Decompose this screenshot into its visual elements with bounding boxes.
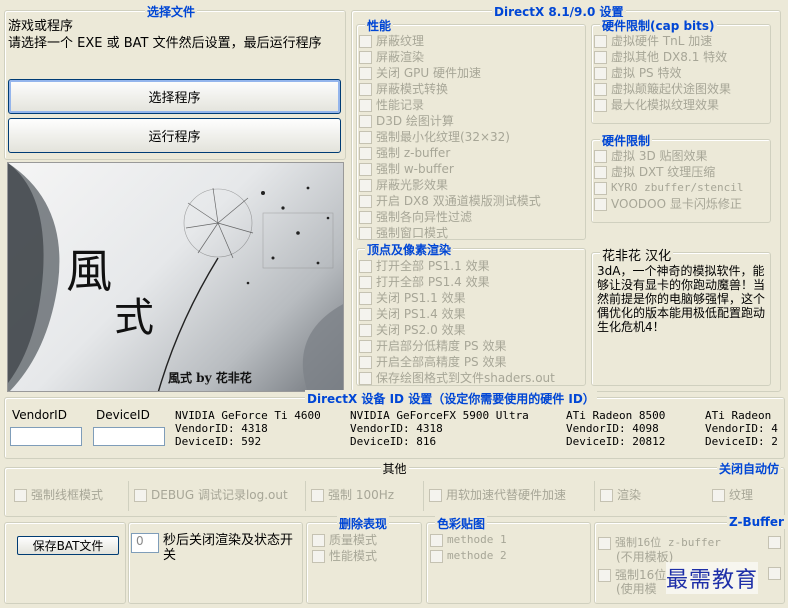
checkbox-low-precision-ps[interactable]: 开启部分低精度 PS 效果 — [359, 338, 555, 354]
checkbox-debug-log[interactable]: DEBUG 调试记录log.out — [134, 487, 288, 503]
checkbox-window-mode[interactable]: 强制窗口模式 — [359, 225, 541, 241]
cap-bits-title: 硬件限制(cap bits) — [600, 17, 717, 34]
checkbox-min-texture[interactable]: 强制最小化纹理(32×32) — [359, 129, 541, 145]
divider-4 — [594, 481, 595, 511]
divider-3 — [423, 481, 424, 511]
checkbox-render[interactable]: 渲染 — [600, 487, 641, 503]
banner-signature: 風式 by 花非花 — [168, 371, 252, 385]
device-id-input[interactable] — [93, 427, 165, 446]
checkbox-d3d-calc[interactable]: D3D 绘图计算 — [359, 113, 541, 129]
checkbox-virtual-dxt[interactable]: 虚拟 DXT 纹理压缩 — [594, 164, 743, 180]
watermark-text: 最需教育 — [666, 562, 759, 594]
checkbox-disable-lighting[interactable]: 屏蔽光影效果 — [359, 177, 541, 193]
shader-list: 打开全部 PS1.1 效果 打开全部 PS1.4 效果 关闭 PS1.1 效果 … — [359, 258, 555, 386]
checkbox-voodoo-fix[interactable]: VOODOO 显卡闪烁修正 — [594, 196, 743, 212]
checkbox-disable-ps11[interactable]: 关闭 PS1.1 效果 — [359, 290, 555, 306]
checkbox-anisotropic[interactable]: 强制各向异性过滤 — [359, 209, 541, 225]
checkbox-disable-ps20[interactable]: 关闭 PS2.0 效果 — [359, 322, 555, 338]
checkbox-dx8-stencil[interactable]: 开启 DX8 双通道模版测试模式 — [359, 193, 541, 209]
checkbox-methode-1[interactable]: methode 1 — [430, 532, 507, 548]
color-map-list: methode 1 methode 2 — [430, 532, 507, 564]
banner-char-2: 式 — [114, 295, 154, 341]
shader-title: 顶点及像素渲染 — [365, 241, 454, 258]
remove-list: 质量模式 性能模式 — [312, 532, 377, 564]
seconds-label: 秒后关闭渲染及状态开关 — [163, 533, 294, 563]
checkbox-virtual-ps[interactable]: 虚拟 PS 特效 — [594, 65, 731, 81]
checkbox-max-texture[interactable]: 最大化模拟纹理效果 — [594, 97, 731, 113]
checkbox-software-accel[interactable]: 用软加速代替硬件加速 — [429, 487, 566, 503]
gpu-preset-radeon-8500[interactable]: ATi Radeon 8500 VendorID: 4098 DeviceID:… — [566, 409, 665, 448]
other-title: 其他 — [380, 460, 409, 477]
select-program-button[interactable]: 选择程序 — [8, 79, 341, 114]
vendor-id-input[interactable] — [10, 427, 82, 446]
checkbox-disable-texture[interactable]: 屏蔽纹理 — [359, 33, 541, 49]
color-map-title: 色彩贴图 — [435, 515, 488, 532]
checkbox-disable-mode-switch[interactable]: 屏蔽模式转换 — [359, 81, 541, 97]
checkbox-quality-mode[interactable]: 质量模式 — [312, 532, 377, 548]
device-id-title: DirectX 设备 ID 设置（设定你需要使用的硬件 ID） — [305, 390, 597, 407]
gpu-preset-geforcefx-5900[interactable]: NVIDIA GeForceFX 5900 Ultra VendorID: 43… — [350, 409, 529, 448]
device-id-label: DeviceID — [96, 408, 150, 422]
checkbox-force-16bit-zbuffer[interactable]: 强制16位 z-buffer — [598, 535, 721, 551]
vendor-id-label: VendorID — [12, 408, 67, 422]
save-bat-button[interactable]: 保存BAT文件 — [17, 536, 119, 555]
checkbox-virtual-bump[interactable]: 虚拟颠簸起伏途图效果 — [594, 81, 731, 97]
about-text: 3dA，一个神奇的模拟软件，能够让没有显卡的你跑动魔兽！当然前提是你的电脑够强悍… — [597, 264, 766, 334]
checkbox-perf-log[interactable]: 性能记录 — [359, 97, 541, 113]
checkbox-methode-2[interactable]: methode 2 — [430, 548, 507, 564]
save-group — [4, 522, 126, 604]
checkbox-disable-gpu-accel[interactable]: 关闭 GPU 硬件加速 — [359, 65, 541, 81]
performance-title: 性能 — [365, 17, 394, 34]
checkbox-enable-ps14[interactable]: 打开全部 PS1.4 效果 — [359, 274, 555, 290]
checkbox-performance-mode[interactable]: 性能模式 — [312, 548, 377, 564]
checkbox-wireframe[interactable]: 强制线框模式 — [14, 487, 103, 503]
zbuffer-title: Z-Buffer — [727, 515, 786, 529]
checkbox-save-shaders[interactable]: 保存绘图格式到文件shaders.out — [359, 370, 555, 386]
other-group: 其他 关闭自动仿 — [4, 460, 785, 517]
checkbox-kyro-zbuffer[interactable]: KYRO zbuffer/stencil — [594, 180, 743, 196]
checkbox-zbuffer-extra-2[interactable] — [768, 567, 781, 580]
gpu-preset-geforce-ti4600[interactable]: NVIDIA GeForce Ti 4600 VendorID: 4318 De… — [175, 409, 321, 448]
hw-limit-title: 硬件限制 — [600, 132, 653, 149]
checkbox-force-zbuffer[interactable]: 强制 z-buffer — [359, 145, 541, 161]
instruction-text: 请选择一个 EXE 或 BAT 文件然后设置，最后运行程序 — [8, 36, 322, 51]
checkbox-disable-ps14[interactable]: 关闭 PS1.4 效果 — [359, 306, 555, 322]
gpu-preset-radeon[interactable]: ATi Radeon VendorID: 4 DeviceID: 2 — [705, 409, 785, 448]
checkbox-high-precision-ps[interactable]: 开启全部高精度 PS 效果 — [359, 354, 555, 370]
banner-image: 風 式 風式 by 花非花 — [7, 162, 344, 392]
checkbox-virtual-dx81[interactable]: 虚拟其他 DX8.1 特效 — [594, 49, 731, 65]
hw-limit-list: 虚拟 3D 贴图效果 虚拟 DXT 纹理压缩 KYRO zbuffer/sten… — [594, 148, 743, 212]
checkbox-virtual-tnl[interactable]: 虚拟硬件 TnL 加速 — [594, 33, 731, 49]
performance-list: 屏蔽纹理 屏蔽渲染 关闭 GPU 硬件加速 屏蔽模式转换 性能记录 D3D 绘图… — [359, 33, 541, 241]
checkbox-force-wbuffer[interactable]: 强制 w-buffer — [359, 161, 541, 177]
cap-bits-list: 虚拟硬件 TnL 加速 虚拟其他 DX8.1 特效 虚拟 PS 特效 虚拟颠簸起… — [594, 33, 731, 113]
remove-title: 删除表现 — [337, 515, 390, 532]
zbuffer-extra-checkboxes — [768, 536, 781, 580]
checkbox-virtual-3d-texture[interactable]: 虚拟 3D 贴图效果 — [594, 148, 743, 164]
about-title: 花非花 汉化 — [600, 245, 674, 264]
checkbox-enable-ps11[interactable]: 打开全部 PS1.1 效果 — [359, 258, 555, 274]
divider-1 — [128, 481, 129, 511]
dandelion-illustration — [8, 163, 343, 391]
seconds-input[interactable]: 0 — [131, 533, 159, 553]
checkbox-zbuffer-extra-1[interactable] — [768, 536, 781, 549]
divider-2 — [305, 481, 306, 511]
banner-char-1: 風 — [66, 244, 112, 298]
select-file-title: 选择文件 — [145, 3, 198, 20]
auto-close-title: 关闭自动仿 — [717, 460, 782, 477]
checkbox-force-100hz[interactable]: 强制 100Hz — [311, 487, 394, 503]
checkbox-texture-auto[interactable]: 纹理 — [712, 487, 753, 503]
checkbox-disable-render[interactable]: 屏蔽渲染 — [359, 49, 541, 65]
run-program-button[interactable]: 运行程序 — [8, 118, 341, 153]
